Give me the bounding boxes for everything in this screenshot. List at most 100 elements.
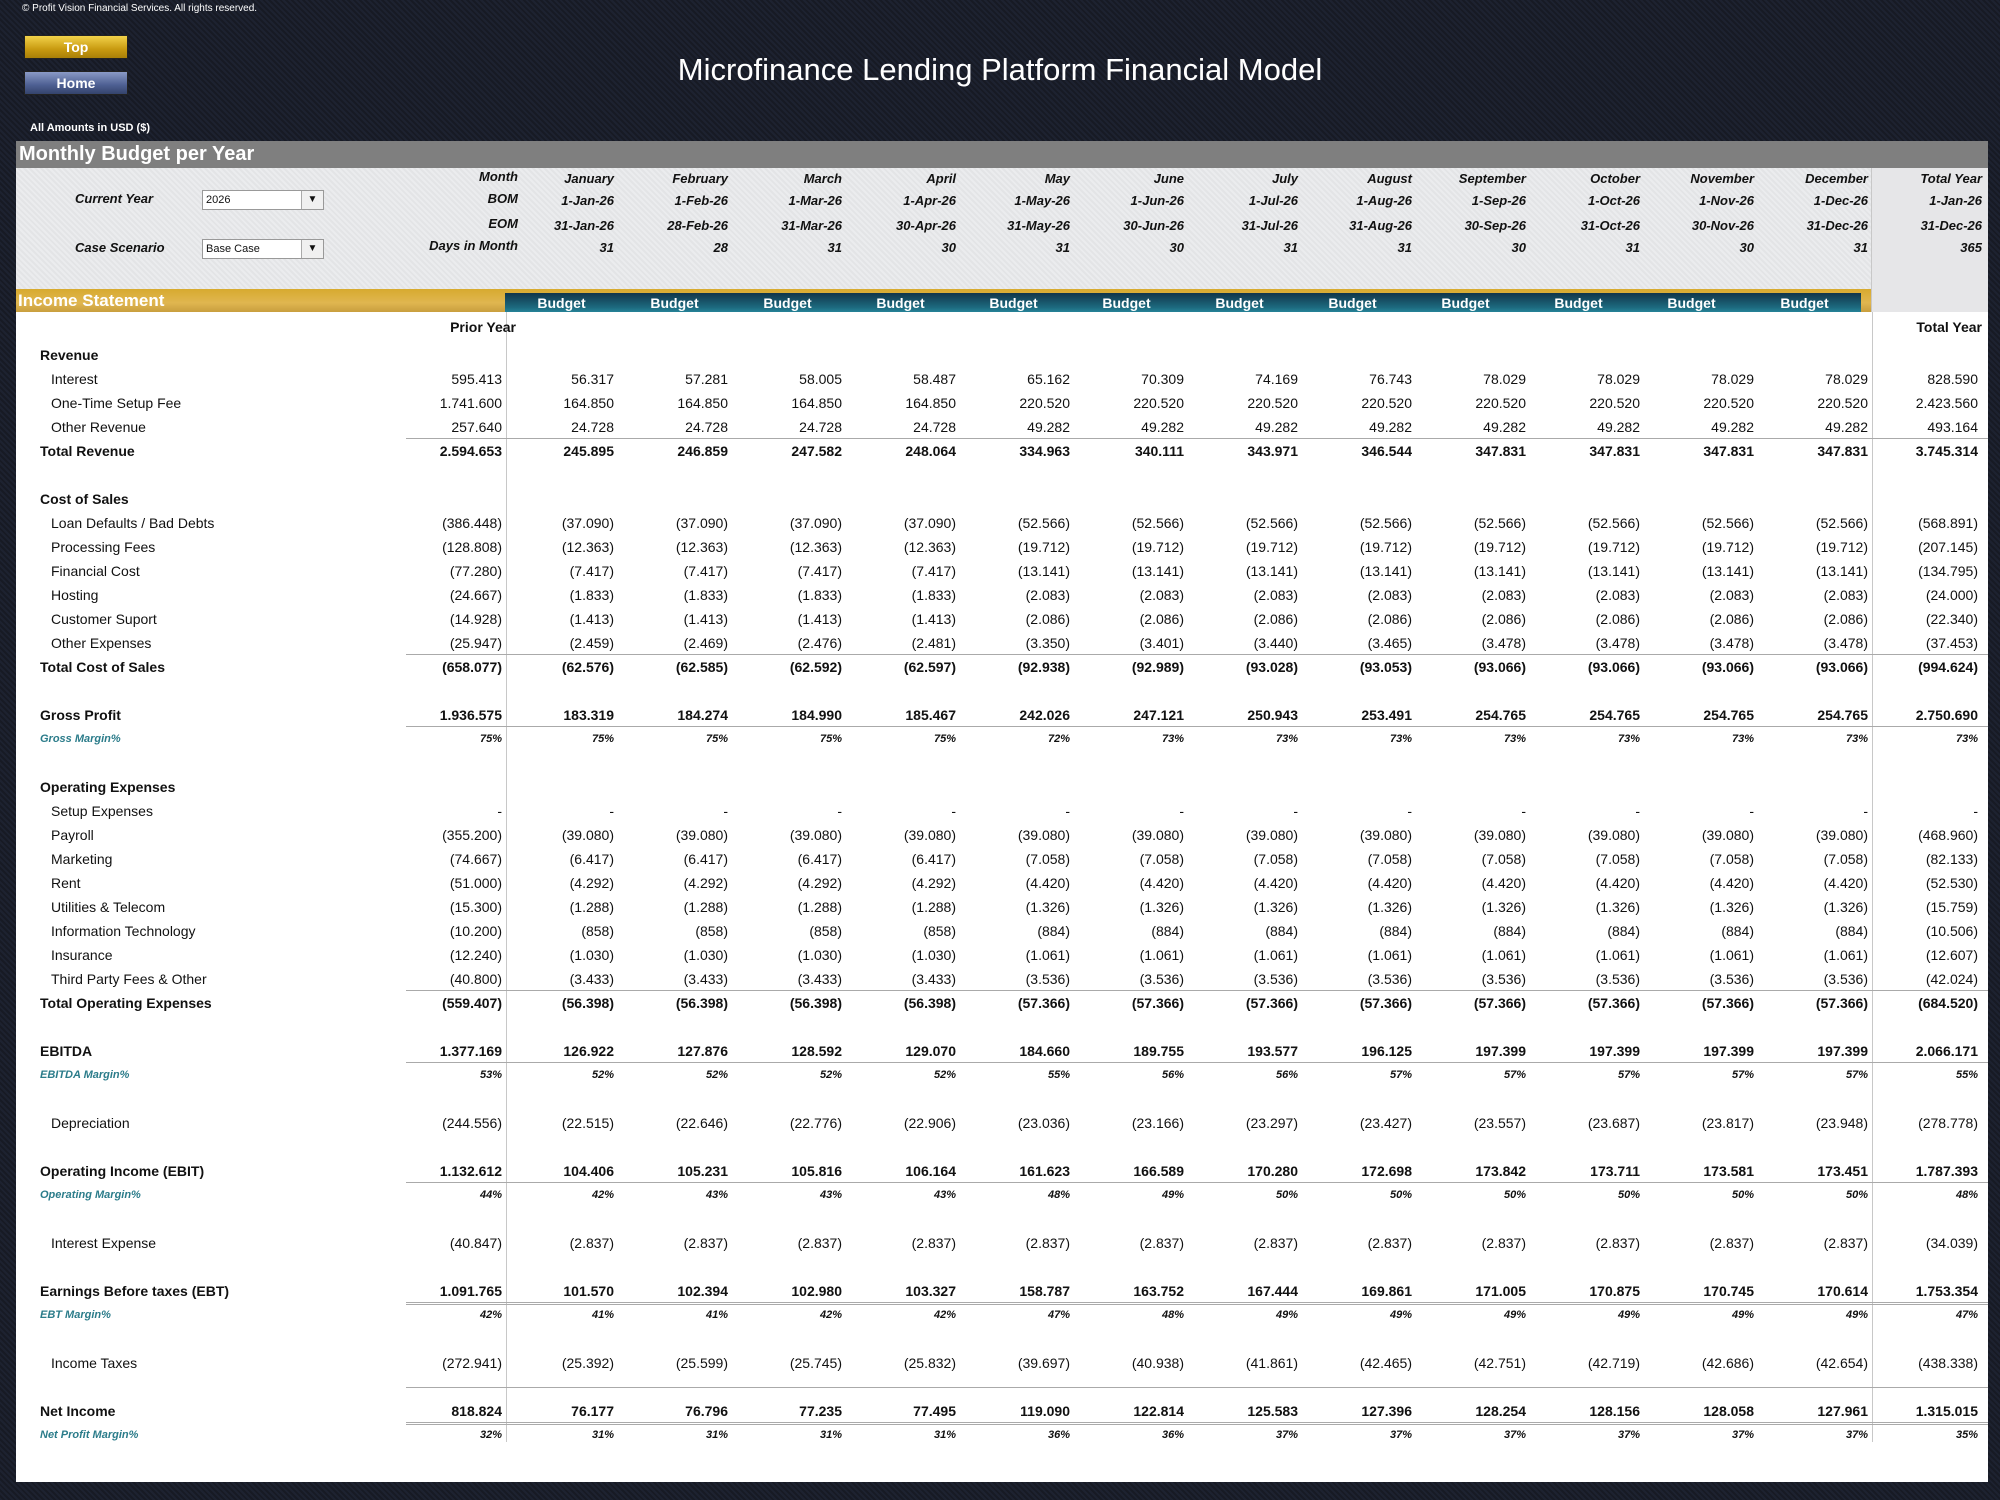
table-row: Cost of Sales	[16, 487, 1988, 511]
row-label: EBITDA	[40, 1043, 93, 1059]
table-row: Third Party Fees & Other (40.800) (3.433) (…	[16, 967, 1988, 991]
month-value: (42.719)	[1587, 1355, 1640, 1371]
month-value: (25.599)	[675, 1355, 728, 1371]
total-year-bom: 1-Jan-26	[1929, 193, 1982, 208]
month-value: 183.319	[563, 707, 614, 723]
month-value: (884)	[1379, 923, 1412, 939]
month-value: 126.922	[563, 1043, 614, 1059]
month-value: (42.751)	[1473, 1355, 1526, 1371]
month-value: (1.413)	[911, 611, 956, 627]
month-value: 128.058	[1703, 1403, 1754, 1419]
month-value: (1.326)	[1025, 899, 1070, 915]
row-label: EBT Margin%	[40, 1309, 111, 1321]
spacer-row	[16, 1135, 1988, 1159]
month-value: (57.366)	[1359, 995, 1412, 1011]
month-value: 43%	[705, 1189, 728, 1201]
month-value: (4.420)	[1139, 875, 1184, 891]
table-row: Operating Expenses	[16, 775, 1988, 799]
month-value: 164.850	[791, 395, 842, 411]
month-value: 49.282	[1597, 419, 1640, 435]
month-value: (2.469)	[683, 635, 728, 651]
month-value: 169.861	[1361, 1283, 1412, 1299]
month-value: (2.837)	[1025, 1235, 1070, 1251]
month-value: (1.833)	[911, 587, 956, 603]
month-value: (7.417)	[797, 563, 842, 579]
month-value: -	[1863, 803, 1868, 819]
month-value: 254.765	[1475, 707, 1526, 723]
copyright-notice: © Profit Vision Financial Services. All …	[22, 3, 258, 14]
month-value: (62.585)	[675, 659, 728, 675]
month-value: -	[1521, 803, 1526, 819]
total-year-value: (10.506)	[1925, 923, 1978, 939]
month-value: 73%	[1617, 733, 1640, 745]
month-value: 127.396	[1361, 1403, 1412, 1419]
month-value: 220.520	[1361, 395, 1412, 411]
month-value: (1.833)	[683, 587, 728, 603]
month-value: (1.061)	[1823, 947, 1868, 963]
month-value: (25.745)	[789, 1355, 842, 1371]
prior-year-value: 44%	[479, 1189, 502, 1201]
month-value: (23.557)	[1473, 1115, 1526, 1131]
month-value: 49.282	[1369, 419, 1412, 435]
month-value: 164.850	[905, 395, 956, 411]
month-value: (23.817)	[1701, 1115, 1754, 1131]
month-value: 185.467	[905, 707, 956, 723]
subtotal-rule	[406, 990, 1988, 991]
month-value: (37.090)	[675, 515, 728, 531]
month-value: (39.080)	[1359, 827, 1412, 843]
month-days-cell: 31	[827, 240, 842, 255]
month-value: -	[1065, 803, 1070, 819]
month-value: (52.566)	[1473, 515, 1526, 531]
total-year-value: (15.759)	[1925, 899, 1978, 915]
prior-year-value: 1.741.600	[439, 395, 502, 411]
budget-type-bar: Budget Budget Budget Budget Budget Budget Budg…	[505, 293, 1861, 314]
total-year-value: -	[1973, 803, 1978, 819]
row-label: Hosting	[51, 587, 99, 603]
row-label: Net Income	[40, 1403, 116, 1419]
row-label: Income Taxes	[51, 1355, 138, 1371]
month-value: (858)	[809, 923, 842, 939]
spacer-row	[16, 1207, 1988, 1231]
month-value: (12.363)	[675, 539, 728, 555]
month-value: 42%	[819, 1309, 842, 1321]
month-value: (13.141)	[1131, 563, 1184, 579]
month-value: -	[837, 803, 842, 819]
month-value: 127.876	[677, 1043, 728, 1059]
month-value: (858)	[695, 923, 728, 939]
total-year-value: (12.607)	[1925, 947, 1978, 963]
month-value: (3.536)	[1139, 971, 1184, 987]
month-value: (4.420)	[1595, 875, 1640, 891]
month-value: (23.948)	[1815, 1115, 1868, 1131]
month-value: (3.433)	[683, 971, 728, 987]
month-value: 56.317	[571, 371, 614, 387]
month-value: 220.520	[1475, 395, 1526, 411]
month-value: 48%	[1047, 1189, 1070, 1201]
month-value: 73%	[1389, 733, 1412, 745]
budget-type-cell: Budget	[1441, 295, 1490, 311]
month-value: 57%	[1617, 1069, 1640, 1081]
month-value: (23.297)	[1245, 1115, 1298, 1131]
total-year-days: 365	[1960, 240, 1982, 255]
month-value: 41%	[705, 1309, 728, 1321]
month-value: (39.080)	[1245, 827, 1298, 843]
row-label: Marketing	[51, 851, 113, 867]
month-value: 127.961	[1817, 1403, 1868, 1419]
total-year-value: 55%	[1955, 1069, 1978, 1081]
table-row: EBITDA Margin% 53% 52% 52% 52% 52% 55% 56% 56% 57…	[16, 1063, 1988, 1087]
month-value: 72%	[1047, 733, 1070, 745]
month-value: 37%	[1731, 1429, 1754, 1441]
total-year-value: (37.453)	[1925, 635, 1978, 651]
month-value: (2.083)	[1481, 587, 1526, 603]
month-value: -	[951, 803, 956, 819]
month-value: (4.420)	[1367, 875, 1412, 891]
month-value: 347.831	[1589, 443, 1640, 459]
month-value: (52.566)	[1359, 515, 1412, 531]
spacer-row	[16, 1087, 1988, 1111]
month-value: 55%	[1047, 1069, 1070, 1081]
table-row: Depreciation (244.556) (22.515) (22.646) (22…	[16, 1111, 1988, 1135]
prior-year-value: (128.808)	[442, 539, 502, 555]
month-value: (6.417)	[797, 851, 842, 867]
month-value: (19.712)	[1359, 539, 1412, 555]
month-value: 173.581	[1703, 1163, 1754, 1179]
month-value: 158.787	[1019, 1283, 1070, 1299]
